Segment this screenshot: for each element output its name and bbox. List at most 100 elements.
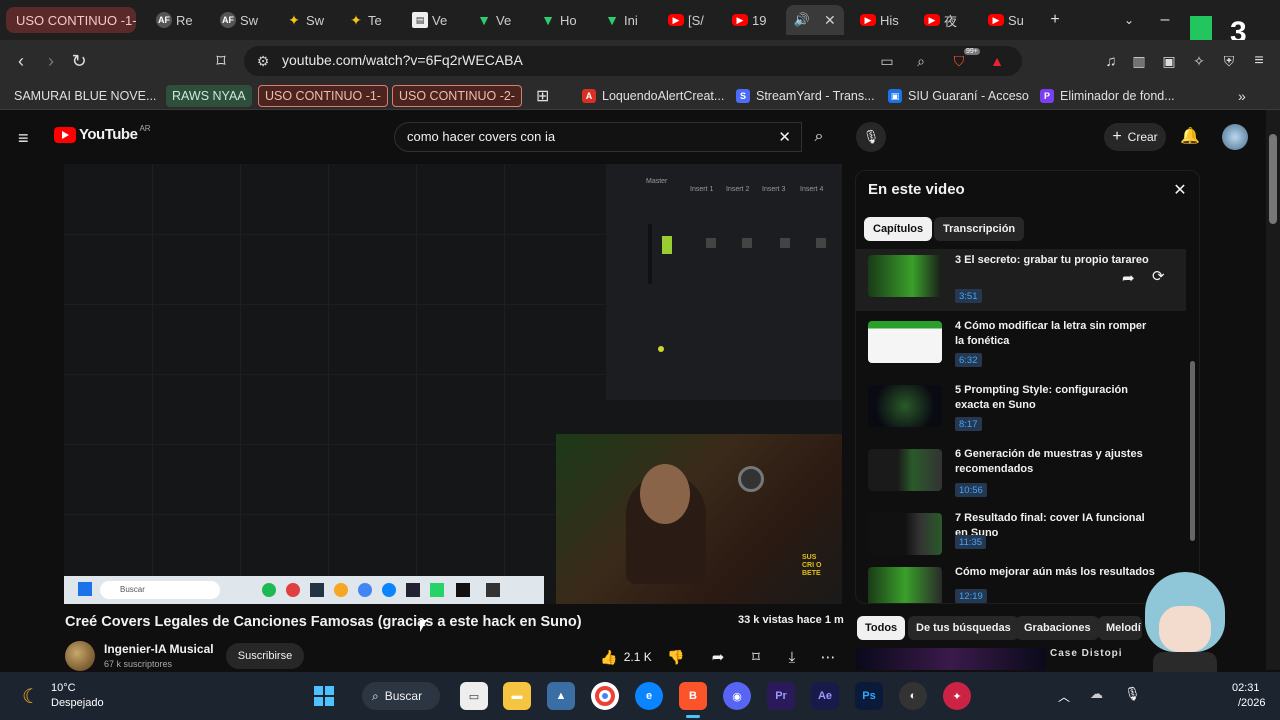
video-player[interactable]: Master Insert 1 Insert 2 Insert 3 Insert… bbox=[64, 164, 842, 604]
chip-grabaciones[interactable]: Grabaciones bbox=[1016, 616, 1099, 640]
avatar[interactable] bbox=[1222, 124, 1248, 150]
new-tab-icon[interactable]: + bbox=[1040, 8, 1070, 32]
create-button[interactable]: + Crear bbox=[1104, 123, 1166, 151]
tab-14[interactable]: ▶ Su bbox=[980, 5, 1042, 35]
bookmark-uso-continuo-2[interactable]: USO CONTINUO -2- bbox=[392, 85, 522, 107]
share-icon[interactable]: ➦ bbox=[1122, 269, 1135, 287]
clock-date[interactable]: /2026 bbox=[1238, 697, 1266, 709]
more-bookmarks-icon[interactable]: » bbox=[1232, 85, 1252, 107]
ai-icon[interactable]: ✧ bbox=[1186, 48, 1212, 74]
page-scrollbar[interactable] bbox=[1266, 110, 1280, 670]
voice-search-button[interactable]: 🎙 bbox=[856, 122, 886, 152]
reload-icon[interactable]: ↻ bbox=[66, 48, 92, 74]
taskbar-search[interactable]: ⌕ Buscar bbox=[362, 682, 440, 710]
bookmark-samurai-blue[interactable]: SAMURAI BLUE NOVE... bbox=[8, 85, 162, 107]
music-icon[interactable]: ♫ bbox=[1098, 48, 1124, 74]
channel-avatar[interactable] bbox=[65, 641, 95, 671]
tab-6[interactable]: ▼ Ve bbox=[468, 5, 530, 35]
apps-grid-icon[interactable]: ⊞ bbox=[530, 85, 555, 107]
tab-9[interactable]: ▶ [S/ bbox=[660, 5, 722, 35]
weather-description[interactable]: Despejado bbox=[51, 697, 104, 709]
tab-12[interactable]: ▶ His bbox=[852, 5, 914, 35]
next-video-thumbnail[interactable] bbox=[856, 648, 1046, 670]
cloud-icon[interactable]: ☁ bbox=[1090, 686, 1103, 702]
dislike-button[interactable]: 👎 bbox=[664, 645, 688, 669]
brave-icon[interactable]: B bbox=[679, 682, 707, 710]
bookmark-loquendo[interactable]: A LoquendoAlertCreat... bbox=[576, 85, 730, 107]
loop-icon[interactable]: ⟳ bbox=[1152, 267, 1165, 285]
sidebar-icon[interactable]: ▥ bbox=[1126, 48, 1152, 74]
chapter-item[interactable]: 6 Generación de muestras y ajustes recom… bbox=[856, 443, 1186, 505]
zoom-icon[interactable]: ⌕ bbox=[912, 52, 930, 70]
app-icon[interactable]: ✦ bbox=[943, 682, 971, 710]
chevron-up-icon[interactable]: ︿ bbox=[1058, 688, 1070, 705]
forward-icon[interactable]: › bbox=[38, 48, 64, 74]
tab-10[interactable]: ▶ 19 bbox=[724, 5, 786, 35]
minimize-icon[interactable]: – bbox=[1150, 8, 1180, 32]
url-text[interactable]: youtube.com/watch?v=6Fq2rWECABA bbox=[282, 52, 523, 68]
tab-4[interactable]: ✦ Te bbox=[340, 5, 402, 35]
tab-8[interactable]: ▼ Ini bbox=[596, 5, 658, 35]
photoshop-icon[interactable]: Ps bbox=[855, 682, 883, 710]
scrollbar-thumb[interactable] bbox=[1269, 134, 1277, 224]
search-button[interactable]: ⌕ bbox=[802, 122, 836, 152]
edge-icon[interactable]: e bbox=[635, 682, 663, 710]
tab-3[interactable]: ✦ Sw bbox=[278, 5, 340, 35]
tab-transcripcion[interactable]: Transcripción bbox=[934, 217, 1025, 241]
chrome-icon[interactable] bbox=[591, 682, 619, 710]
rewards-icon[interactable]: ▲ bbox=[988, 52, 1006, 70]
chapter-item[interactable]: 4 Cómo modificar la letra sin romper la … bbox=[856, 315, 1186, 377]
bookmark-uso-continuo-1[interactable]: USO CONTINUO -1- bbox=[258, 85, 388, 107]
weather-temperature[interactable]: 10°C bbox=[51, 682, 76, 694]
bookmark-raws-nyaa[interactable]: RAWS NYAA bbox=[166, 85, 252, 107]
bookmark-streamyard[interactable]: S StreamYard - Trans... bbox=[730, 85, 881, 107]
menu-icon[interactable]: ≡ bbox=[1246, 48, 1272, 74]
tab-active[interactable]: 🔊 ✕ bbox=[786, 5, 844, 35]
clock-time[interactable]: 02:31 bbox=[1232, 682, 1260, 694]
download-button[interactable]: ⤓ bbox=[780, 645, 804, 669]
site-settings-icon[interactable]: ⚙ bbox=[254, 52, 272, 70]
youtube-logo[interactable]: YouTube AR bbox=[54, 124, 151, 143]
cast-icon[interactable]: ▭ bbox=[878, 52, 896, 70]
photos-icon[interactable]: ▲ bbox=[547, 682, 575, 710]
after-effects-icon[interactable]: Ae bbox=[811, 682, 839, 710]
bookmark-siu-guarani[interactable]: ▣ SIU Guaraní - Acceso bbox=[882, 85, 1035, 107]
chapters-scrollbar[interactable] bbox=[1190, 361, 1195, 541]
chevron-down-icon[interactable]: ⌄ bbox=[1114, 8, 1144, 32]
close-tab-icon[interactable]: ✕ bbox=[824, 12, 836, 29]
app-icon[interactable]: ◐ bbox=[899, 682, 927, 710]
next-video-title[interactable]: Case Distopi bbox=[1050, 648, 1123, 659]
vpn-icon[interactable]: ⛨ bbox=[1216, 48, 1242, 74]
save-button[interactable]: ⌑ bbox=[744, 645, 768, 669]
share-button[interactable]: ➦ bbox=[706, 645, 730, 669]
bookmark-eliminador[interactable]: P Eliminador de fond... bbox=[1034, 85, 1181, 107]
premiere-icon[interactable]: Pr bbox=[767, 682, 795, 710]
task-view-icon[interactable]: ▭ bbox=[460, 682, 488, 710]
windows-start-icon[interactable] bbox=[310, 682, 338, 710]
tab-5[interactable]: ▤ Ve bbox=[404, 5, 466, 35]
discord-icon[interactable]: ◉ bbox=[723, 682, 751, 710]
search-input[interactable]: como hacer covers con ia ✕ bbox=[394, 122, 802, 152]
tab-capitulos[interactable]: Capítulos bbox=[864, 217, 933, 241]
chip-todos[interactable]: Todos bbox=[857, 616, 906, 640]
chip-de-tus-busquedas[interactable]: De tus búsquedas bbox=[908, 616, 1019, 640]
back-icon[interactable]: ‹ bbox=[8, 48, 34, 74]
bookmark-icon[interactable]: ⌑ bbox=[208, 48, 234, 74]
subscribe-button[interactable]: Suscribirse bbox=[226, 643, 304, 669]
search-query-text[interactable]: como hacer covers con ia bbox=[407, 129, 555, 144]
tab-1[interactable]: AF Re bbox=[148, 5, 210, 35]
speaker-icon[interactable]: 🔊 bbox=[794, 12, 810, 28]
chapter-item[interactable]: 7 Resultado final: cover IA funcional en… bbox=[856, 507, 1186, 569]
clear-search-icon[interactable]: ✕ bbox=[778, 128, 791, 146]
address-bar[interactable]: ⚙ youtube.com/watch?v=6Fq2rWECABA ▭ ⌕ ⛉ … bbox=[244, 46, 1022, 76]
like-button[interactable]: 👍 2.1 K bbox=[596, 645, 656, 669]
tab-7[interactable]: ▼ Ho bbox=[532, 5, 594, 35]
notifications-icon[interactable]: 🔔 bbox=[1180, 126, 1200, 146]
file-explorer-icon[interactable]: ▬ bbox=[503, 682, 531, 710]
more-actions-button[interactable]: ⋯ bbox=[816, 645, 840, 669]
chapter-item[interactable]: 3 El secreto: grabar tu propio tarareo 3… bbox=[856, 249, 1186, 311]
tab-2[interactable]: AF Sw bbox=[212, 5, 274, 35]
tab-13[interactable]: ▶ 夜 bbox=[916, 5, 978, 35]
hamburger-menu-icon[interactable]: ≡ bbox=[18, 128, 29, 149]
chapter-item[interactable]: 5 Prompting Style: configuración exacta … bbox=[856, 379, 1186, 441]
